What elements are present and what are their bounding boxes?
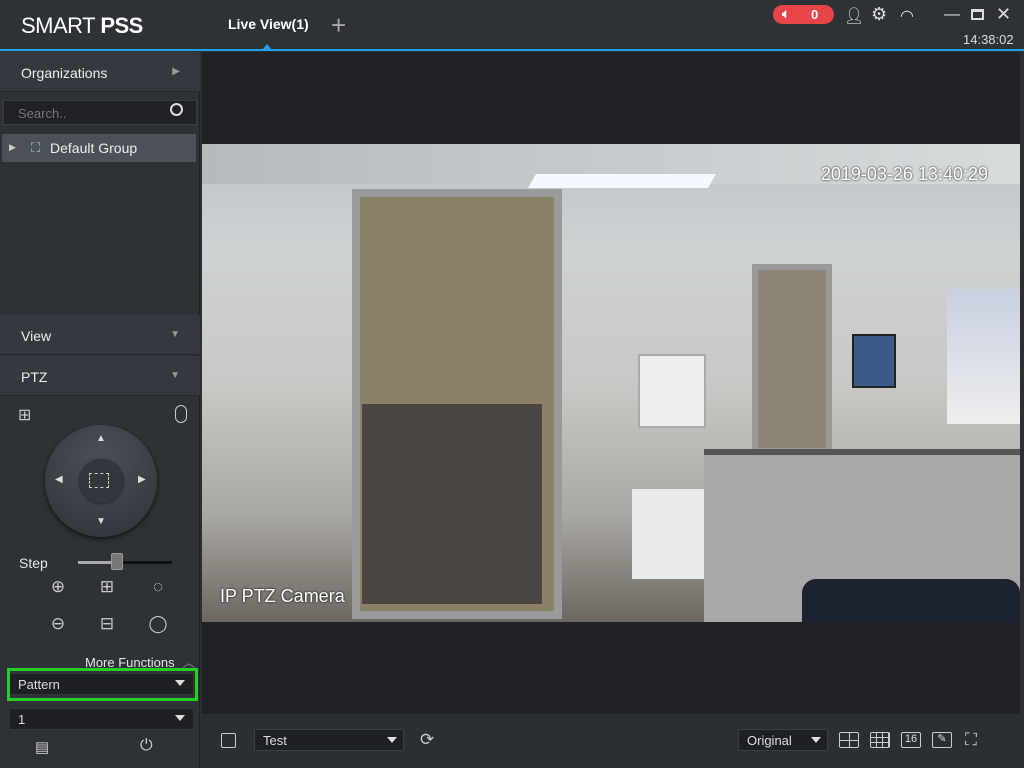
camera-feed[interactable]: 2019-03-26 13:40:29 IP PTZ Camera (202, 144, 1020, 622)
alarm-count: 0 (811, 7, 819, 22)
arrow-right-icon[interactable]: ▶ (138, 474, 146, 485)
focus-far-icon[interactable]: ⊟ (95, 614, 119, 634)
org-tree-icon: ⛶ (31, 140, 41, 155)
run-task-icon[interactable]: ▤ (35, 738, 49, 756)
minimize-icon[interactable]: — (944, 6, 960, 24)
step-slider-handle[interactable] (111, 553, 123, 570)
highlight-box (7, 668, 198, 701)
dropdown-arrow-icon (811, 737, 821, 743)
refresh-icon[interactable]: ⟳ (420, 730, 434, 750)
app-logo: SMART PSS (21, 13, 143, 38)
dropdown-arrow-icon (387, 737, 397, 743)
arrow-down-icon[interactable]: ▼ (96, 516, 106, 527)
active-tab-indicator (263, 44, 271, 49)
zoom-area-icon (89, 473, 109, 488)
gear-icon[interactable]: ⚙ (871, 4, 887, 25)
speaker-icon: 🔈︎ (782, 6, 790, 21)
number-select[interactable]: 1 (9, 708, 194, 730)
iris-open-icon[interactable]: ◌ (146, 577, 170, 597)
split-9-icon[interactable] (870, 732, 890, 748)
alarm-button[interactable]: 🔈︎ 0 (773, 5, 834, 24)
mouse-icon[interactable] (175, 405, 187, 423)
zoom-in-icon[interactable]: ⊕ (46, 577, 70, 597)
stream-select[interactable]: Original (738, 729, 828, 751)
osd-camera-name: IP PTZ Camera (220, 586, 345, 606)
search-input[interactable]: Search.. (3, 100, 197, 125)
maximize-icon[interactable] (971, 9, 984, 20)
iris-close-icon[interactable]: ◯ (146, 614, 170, 634)
clock: 14:38:02 (963, 32, 1014, 47)
view-header[interactable]: View ▼ (0, 315, 200, 355)
edit-layout-icon[interactable]: ✎ (932, 732, 952, 748)
search-icon[interactable] (170, 103, 183, 116)
power-icon[interactable]: ⏻ (140, 737, 153, 755)
chevron-down-icon: ▼ (170, 370, 180, 381)
expand-icon[interactable]: ▶ (9, 142, 16, 153)
chevron-right-icon: ▶ (172, 66, 180, 77)
split-16-button[interactable]: 16 (901, 732, 921, 748)
focus-near-icon[interactable]: ⊞ (95, 577, 119, 597)
chevron-down-icon: ▼ (170, 329, 180, 340)
organizations-header[interactable]: Organizations ▶ (0, 52, 200, 92)
osd-timestamp: 2019-03-26 13:40:29 (820, 164, 988, 184)
arrow-left-icon[interactable]: ◀ (55, 474, 63, 485)
user-icon[interactable]: 👤︎ (844, 6, 864, 26)
zoom-out-icon[interactable]: ⊖ (46, 614, 70, 634)
preset-grid-icon[interactable]: ⊞ (18, 405, 31, 425)
ptz-header[interactable]: PTZ ▼ (0, 356, 200, 396)
step-slider[interactable] (78, 561, 172, 564)
dropdown-arrow-icon (175, 715, 185, 721)
tab-live-view[interactable]: Live View(1) (228, 16, 309, 32)
split-4-icon[interactable] (839, 732, 859, 748)
speedometer-icon[interactable]: ◠ (900, 6, 914, 26)
arrow-up-icon[interactable]: ▲ (96, 433, 106, 444)
fullscreen-icon[interactable]: ⛶ (965, 730, 977, 750)
zoom-area-button[interactable] (80, 460, 123, 503)
save-view-icon[interactable] (221, 733, 236, 748)
close-icon[interactable]: ✕ (996, 4, 1011, 25)
add-tab-button[interactable]: + (331, 10, 346, 41)
view-select[interactable]: Test (254, 729, 404, 751)
step-label: Step (19, 555, 48, 571)
